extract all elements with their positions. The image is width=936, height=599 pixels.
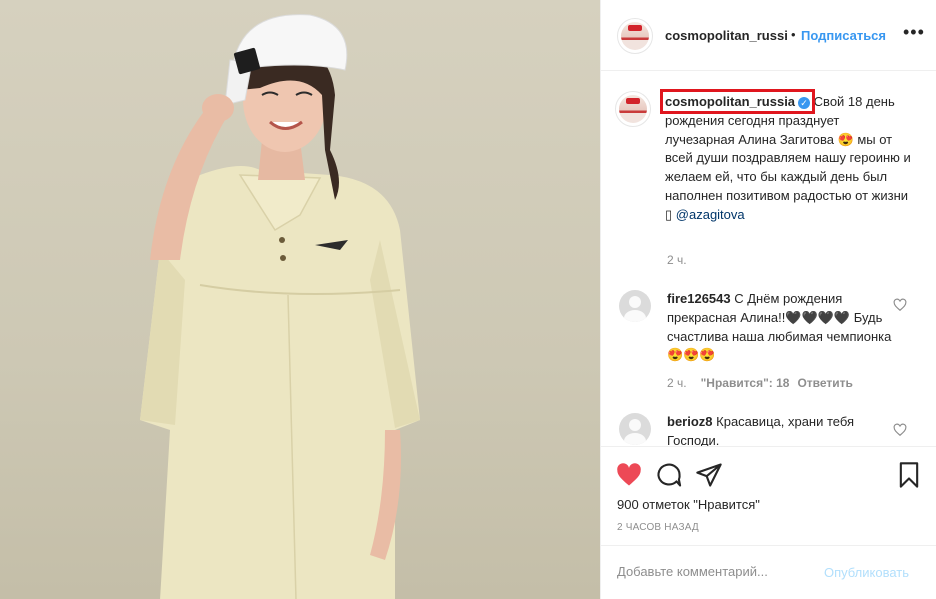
caption-username[interactable]: cosmopolitan_russia	[665, 94, 795, 109]
comment-input[interactable]	[617, 564, 817, 579]
avatar-logo	[628, 25, 642, 32]
header-separator: •	[791, 27, 796, 42]
comments-scroll-area[interactable]: cosmopolitan_russia ✓ Свой 18 день рожден…	[601, 71, 936, 446]
highlighted-username: cosmopolitan_russia ✓	[659, 89, 816, 114]
commenter-avatar[interactable]	[619, 413, 651, 445]
comment-likes[interactable]: "Нравится": 18	[701, 376, 790, 390]
caption-mention[interactable]: @azagitova	[676, 207, 745, 222]
more-icon[interactable]: •••	[903, 22, 925, 43]
avatar-placeholder-body	[624, 433, 646, 445]
post-timestamp[interactable]: 2 ЧАСОВ НАЗАД	[617, 522, 699, 533]
caption-time[interactable]: 2 ч.	[667, 253, 687, 267]
caption-avatar[interactable]	[615, 91, 651, 127]
verified-icon: ✓	[798, 97, 811, 109]
comment-item: fire126543 С Днём рождения прекрасная Ал…	[667, 290, 893, 365]
post-header: cosmopolitan_russi • Подписаться •••	[601, 0, 936, 71]
add-comment-bar: Опубликовать	[601, 545, 936, 599]
header-username[interactable]: cosmopolitan_russi	[665, 28, 788, 43]
comment-like-icon[interactable]	[893, 423, 907, 437]
avatar-placeholder-head	[629, 296, 641, 308]
bookmark-icon[interactable]	[895, 461, 923, 489]
photo-illustration	[140, 14, 420, 599]
share-icon[interactable]	[695, 461, 723, 489]
comment-time[interactable]: 2 ч.	[667, 376, 687, 390]
likes-count[interactable]: 900 отметок "Нравится"	[617, 497, 760, 512]
avatar-placeholder-head	[629, 419, 641, 431]
caption: cosmopolitan_russia ✓ Свой 18 день рожден…	[659, 89, 911, 225]
commenter-avatar[interactable]	[619, 290, 651, 322]
follow-button[interactable]: Подписаться	[801, 28, 886, 43]
post-side-panel: cosmopolitan_russi • Подписаться ••• cos…	[600, 0, 936, 599]
avatar-logo	[626, 98, 640, 105]
comment-icon[interactable]	[655, 461, 683, 489]
post-actions: 900 отметок "Нравится" 2 ЧАСОВ НАЗАД	[601, 446, 936, 553]
comment-meta: 2 ч. "Нравится": 18 Ответить	[667, 376, 853, 390]
avatar-placeholder-body	[624, 310, 646, 322]
comment-like-icon[interactable]	[893, 298, 907, 312]
comment-username[interactable]: fire126543	[667, 291, 731, 306]
caption-body: Свой 18 день рождения сегодня празднует …	[665, 94, 911, 222]
author-avatar[interactable]	[617, 18, 653, 54]
post-photo[interactable]	[0, 0, 600, 599]
publish-button[interactable]: Опубликовать	[824, 565, 909, 580]
reply-button[interactable]: Ответить	[797, 376, 852, 390]
comment-item: berioz8 Красавица, храни тебя Господи.	[667, 413, 893, 446]
heart-icon[interactable]	[615, 461, 643, 489]
comment-username[interactable]: berioz8	[667, 414, 713, 429]
